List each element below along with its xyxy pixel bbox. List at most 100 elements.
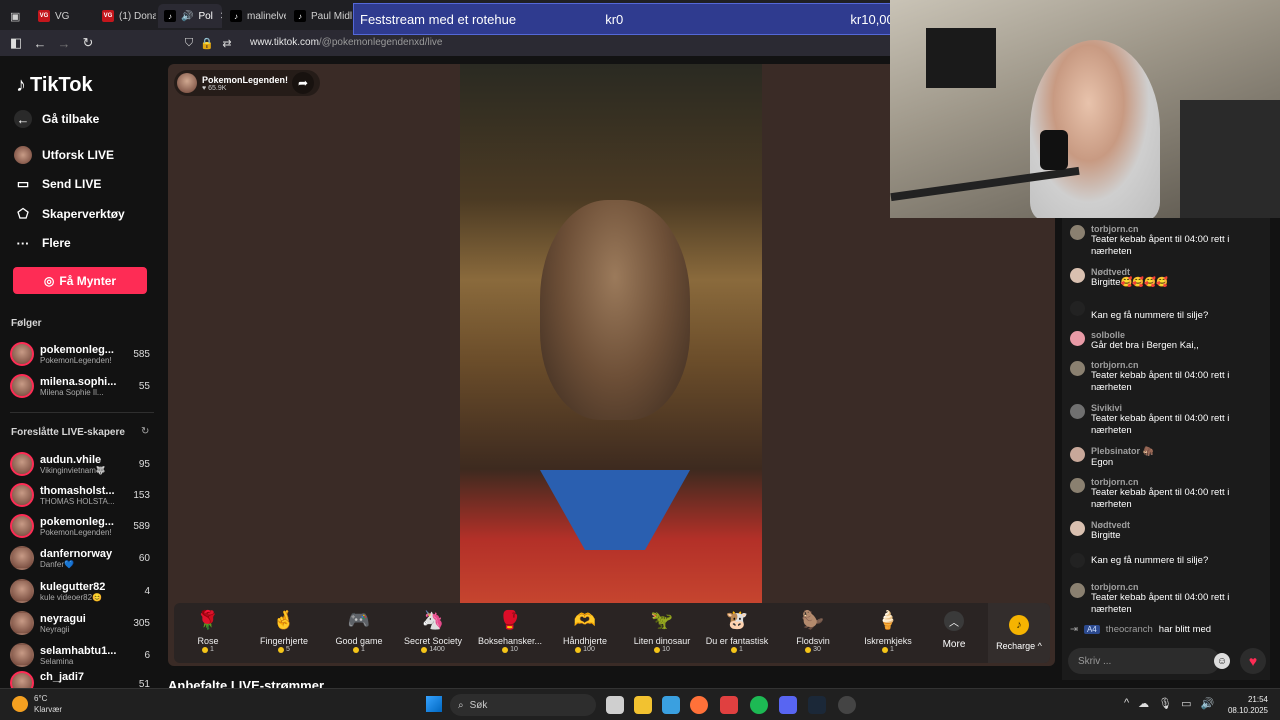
gift-item[interactable]: 🌹 Rose 1 <box>171 608 245 653</box>
speaker-icon[interactable]: 🔊 <box>181 11 193 22</box>
vg-favicon-icon: VG <box>38 10 50 22</box>
nav-creator-tools[interactable]: ⬠ Skaperverktøy <box>14 205 124 223</box>
chat-message: Sivikivi Teater kebab åpent til 04:00 ret… <box>1070 403 1266 437</box>
tiktok-logo[interactable]: ♪ TikTok <box>16 74 93 97</box>
back-button[interactable]: ← Gå tilbake <box>14 110 99 128</box>
avatar <box>1070 447 1085 462</box>
url-field[interactable]: www.tiktok.com/@pokemonlegendenxd/live <box>250 37 442 48</box>
rose-icon: 🌹 <box>196 610 220 630</box>
avatar <box>10 452 34 476</box>
tiktok-favicon-icon: ♪ <box>294 10 306 22</box>
avatar <box>1070 553 1085 568</box>
cloud-icon[interactable]: ☁ <box>1138 697 1149 710</box>
chevron-up-icon[interactable]: ^ <box>1124 697 1129 710</box>
chat-message: Nødtvedt Birgitte🥰🥰🥰🥰 <box>1070 267 1266 289</box>
suggested-item[interactable]: kulegutter82 kule videoer82😊 4 <box>10 577 150 605</box>
share-icon[interactable]: ➦ <box>292 72 314 94</box>
avatar <box>1070 301 1085 316</box>
back-arrow-icon[interactable]: ← <box>31 34 49 52</box>
app-icon[interactable] <box>720 696 738 714</box>
suggested-item[interactable]: audun.vhile Vikinginvietnam🐺 95 <box>10 450 150 478</box>
network-icon[interactable]: ▭ <box>1181 697 1191 710</box>
gift-item[interactable]: 🥊 Boksehansker... 10 <box>473 608 547 653</box>
chat-input[interactable]: Skriv ... <box>1068 648 1220 674</box>
gift-item[interactable]: 🍦 Iskremkjeks 1 <box>851 608 925 653</box>
photos-icon[interactable] <box>662 696 680 714</box>
chat-message: torbjorn.cn Teater kebab åpent til 04:00 … <box>1070 360 1266 394</box>
live-chat: torbjorn.cn Teater kebab åpent til 04:00 … <box>1062 218 1270 680</box>
weather-widget[interactable]: 6°C Klarvær <box>12 693 62 715</box>
gift-item[interactable]: 🤞 Fingerhjerte 5 <box>247 608 321 653</box>
nav-go-live[interactable]: ▭ Send LIVE <box>14 175 102 193</box>
taskbar-search[interactable]: ⌕ Søk <box>450 694 596 716</box>
avatar <box>10 671 34 688</box>
following-item[interactable]: pokemonleg... PokemonLegenden! 585 <box>10 340 150 368</box>
tab-paul[interactable]: ♪ Paul Midl <box>288 4 352 28</box>
coin-icon <box>278 646 285 653</box>
ice-cream-icon: 🍦 <box>876 610 900 630</box>
gift-item[interactable]: 🦫 Flodsvin 30 <box>776 608 850 653</box>
like-heart-button[interactable]: ♥ <box>1240 648 1266 674</box>
coin-icon <box>502 646 509 653</box>
tab-pokemonlegenden[interactable]: ♪ 🔊 Pol ✕ <box>158 4 222 28</box>
gift-item[interactable]: 🐮 Du er fantastisk 1 <box>700 608 774 653</box>
avatar <box>10 643 34 667</box>
gift-item[interactable]: 🎮 Good game 1 <box>322 608 396 653</box>
nav-explore-live[interactable]: Utforsk LIVE <box>14 146 114 164</box>
discord-icon[interactable] <box>779 696 797 714</box>
gift-item[interactable]: 🫶 Håndhjerte 100 <box>548 608 622 653</box>
gift-item[interactable]: 🦄 Secret Society 1400 <box>396 608 470 653</box>
nav-more[interactable]: ··· Flere <box>14 234 71 252</box>
forward-arrow-icon[interactable]: → <box>55 34 73 52</box>
following-item[interactable]: milena.sophi... Milena Sophie Il... 55 <box>10 372 150 400</box>
sidebar-toggle-icon[interactable]: ◧ <box>7 34 25 52</box>
start-button[interactable] <box>426 696 442 712</box>
task-view-icon[interactable] <box>606 696 624 714</box>
chat-message: Kan eg få nummere til silje? <box>1070 552 1266 568</box>
more-dots-icon: ··· <box>16 235 30 251</box>
streamer-face <box>540 200 690 420</box>
suggested-item[interactable]: thomasholst... THOMAS HOLSTA... 153 <box>10 481 150 509</box>
avatar <box>10 342 34 366</box>
file-explorer-icon[interactable] <box>634 696 652 714</box>
refresh-icon[interactable]: ↻ <box>141 426 149 437</box>
get-coins-button[interactable]: ◎ Få Mynter <box>13 267 147 294</box>
chat-message: torbjorn.cn Teater kebab åpent til 04:00 … <box>1070 582 1266 616</box>
permissions-icon[interactable]: ⇄ <box>218 34 236 52</box>
emoji-icon[interactable]: ☺ <box>1214 653 1230 669</box>
spotify-icon[interactable] <box>750 696 768 714</box>
avatar <box>1070 361 1085 376</box>
cow-icon: 🐮 <box>725 610 749 630</box>
shield-icon[interactable]: ⛉ <box>180 34 198 52</box>
divider <box>10 412 154 413</box>
chat-message: solbolle Går det bra i Bergen Kai,, <box>1070 330 1266 352</box>
gift-item[interactable]: 🦖 Liten dinosaur 10 <box>625 608 699 653</box>
firefox-icon[interactable] <box>690 696 708 714</box>
obs-icon[interactable] <box>838 696 856 714</box>
suggested-item[interactable]: danfernorway Danfer💙 60 <box>10 544 150 572</box>
suggested-item[interactable]: pokemonleg... PokemonLegenden! 589 <box>10 512 150 540</box>
tab-overview-icon[interactable]: ▣ <box>4 4 32 28</box>
lock-icon[interactable]: 🔒 <box>198 34 216 52</box>
volume-icon[interactable]: 🔊 <box>1201 697 1215 710</box>
chevron-up-icon: ︿ <box>944 611 964 631</box>
steam-icon[interactable] <box>808 696 826 714</box>
suggested-item[interactable]: ch_jadi7 51 <box>10 671 150 688</box>
live-avatar-icon <box>14 146 32 164</box>
tab-vg[interactable]: VG VG <box>32 4 94 28</box>
more-gifts-button[interactable]: ︿ More <box>942 611 966 657</box>
weather-moon-icon <box>12 696 28 712</box>
mic-icon[interactable]: 🎙 <box>1158 697 1172 710</box>
coin-icon <box>731 646 738 653</box>
suggested-item[interactable]: selamhabtu1... Selamina 6 <box>10 641 150 669</box>
tab-malinelve[interactable]: ♪ malinelve <box>224 4 286 28</box>
clock[interactable]: 21:54 08.10.2025 <box>1224 694 1268 716</box>
streamer-webcam-person <box>1030 40 1160 218</box>
tab-donald[interactable]: VG (1) Donal <box>96 4 156 28</box>
avatar <box>10 611 34 635</box>
coin-icon <box>202 646 209 653</box>
close-tab-icon[interactable]: ✕ <box>220 11 222 22</box>
suggested-item[interactable]: neyragui Neyragii 305 <box>10 609 150 637</box>
recharge-button[interactable]: ♪ Recharge ^ <box>988 603 1050 663</box>
reload-icon[interactable]: ↻ <box>79 34 97 52</box>
